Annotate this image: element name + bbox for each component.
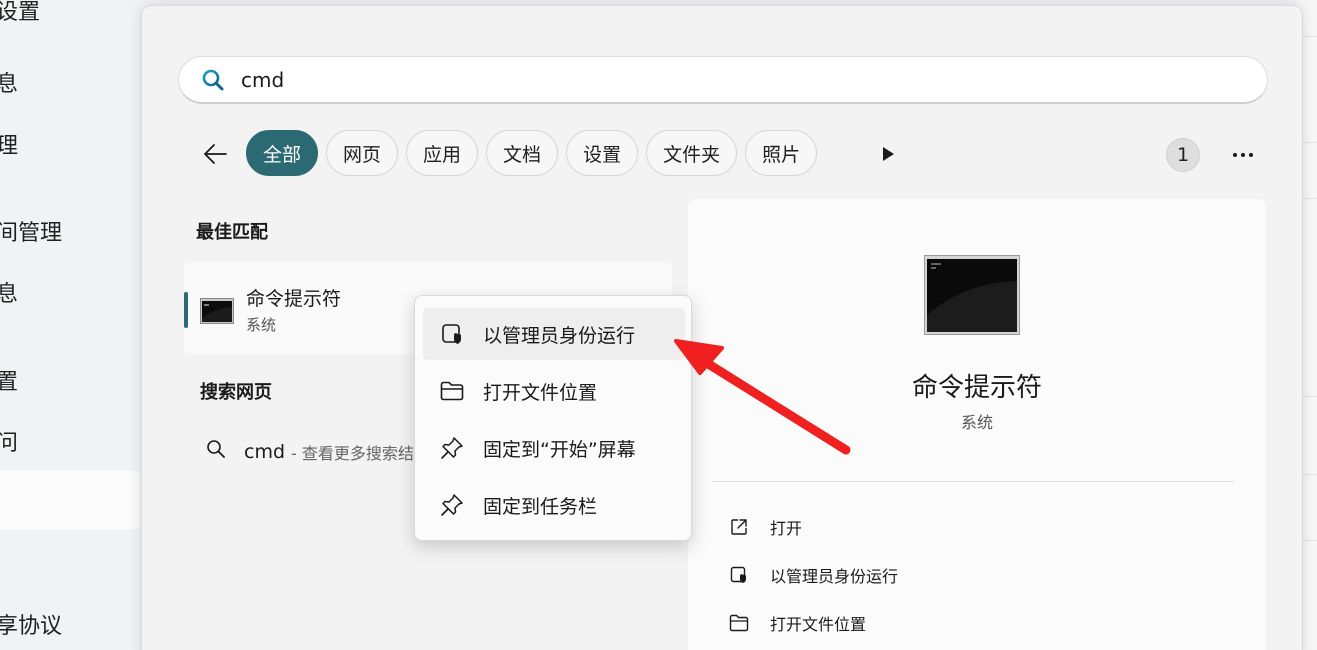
best-match-name: 命令提示符 [246, 288, 342, 310]
filter-chip-folders[interactable]: 文件夹 [646, 130, 738, 176]
result-count-badge[interactable]: 1 [1166, 138, 1200, 172]
context-menu-pin-to-taskbar[interactable]: 固定到任务栏 [423, 479, 685, 531]
filter-chips: 全部 网页 应用 文档 设置 文件夹 照片 [246, 130, 818, 176]
web-search-query: cmd [244, 440, 286, 463]
filter-chip-photos[interactable]: 照片 [745, 130, 818, 176]
search-input[interactable] [241, 67, 1141, 92]
search-icon [206, 439, 226, 464]
background-nav-item[interactable]: 息 [0, 66, 18, 98]
preview-action-label: 打开文件位置 [770, 615, 867, 634]
filter-chip-all[interactable]: 全部 [246, 130, 319, 176]
play-icon[interactable] [876, 142, 900, 166]
ellipsis-icon[interactable] [1228, 140, 1258, 170]
best-match-heading: 最佳匹配 [196, 222, 268, 243]
context-menu: 以管理员身份运行 打开文件位置 固定到“开始”屏幕 固定到任务栏 [414, 295, 692, 541]
filter-bar: 全部 网页 应用 文档 设置 文件夹 照片 1 [192, 130, 1272, 178]
web-search-heading: 搜索网页 [200, 382, 272, 403]
background-nav-item[interactable]: 息 [0, 276, 18, 308]
command-prompt-icon [200, 298, 234, 328]
background-nav-item[interactable]: 享协议 [0, 608, 62, 640]
preview-action-label: 打开 [770, 519, 803, 538]
selection-indicator [184, 292, 188, 328]
background-settings-window: 设置 息 理 间管理 息 置 问 享协议 [0, 0, 160, 650]
filter-chip-settings[interactable]: 设置 [566, 130, 639, 176]
filter-chip-web[interactable]: 网页 [326, 130, 399, 176]
preview-action-run-as-admin[interactable]: 以管理员身份运行 [728, 563, 898, 587]
background-selected-row [0, 471, 140, 529]
preview-action-open-file-location[interactable]: 打开文件位置 [728, 611, 866, 635]
preview-subtitle: 系统 [960, 413, 993, 432]
preview-action-open[interactable]: 打开 [728, 515, 802, 539]
pin-icon [439, 435, 465, 461]
web-search-hint: - 查看更多搜索结 [291, 443, 414, 463]
search-panel: 全部 网页 应用 文档 设置 文件夹 照片 1 最佳匹配 命令提示符 系统 [141, 5, 1303, 650]
context-menu-label: 打开文件位置 [483, 381, 598, 404]
arrow-left-icon[interactable] [200, 140, 230, 168]
background-nav-item[interactable]: 问 [0, 425, 18, 457]
web-search-result[interactable]: cmd - 查看更多搜索结 [206, 439, 414, 464]
open-external-icon [728, 516, 750, 538]
context-menu-label: 以管理员身份运行 [483, 324, 636, 347]
filter-chip-apps[interactable]: 应用 [406, 130, 479, 176]
background-nav-item[interactable]: 理 [0, 128, 18, 160]
admin-shield-icon [439, 321, 465, 347]
filter-chip-documents[interactable]: 文档 [486, 130, 559, 176]
search-icon [201, 67, 227, 93]
pin-icon [439, 492, 465, 518]
context-menu-label: 固定到“开始”屏幕 [483, 438, 636, 461]
background-nav-item[interactable]: 置 [0, 364, 18, 396]
divider [712, 481, 1234, 482]
preview-pane: 命令提示符 系统 打开 以管理员身份运行 打开文件位置 [688, 199, 1266, 650]
search-box[interactable] [178, 56, 1268, 104]
background-nav-item[interactable]: 间管理 [0, 215, 62, 247]
background-settings-title: 设置 [0, 0, 41, 25]
best-match-subtitle: 系统 [246, 316, 277, 334]
command-prompt-large-icon [924, 255, 1020, 339]
context-menu-pin-to-start[interactable]: 固定到“开始”屏幕 [423, 422, 685, 474]
folder-icon [439, 378, 465, 404]
context-menu-run-as-admin[interactable]: 以管理员身份运行 [423, 308, 685, 360]
admin-shield-icon [728, 564, 750, 586]
context-menu-open-file-location[interactable]: 打开文件位置 [423, 365, 685, 417]
preview-action-label: 以管理员身份运行 [770, 567, 899, 586]
folder-icon [728, 612, 750, 634]
preview-title: 命令提示符 [911, 373, 1042, 403]
context-menu-label: 固定到任务栏 [483, 495, 598, 518]
